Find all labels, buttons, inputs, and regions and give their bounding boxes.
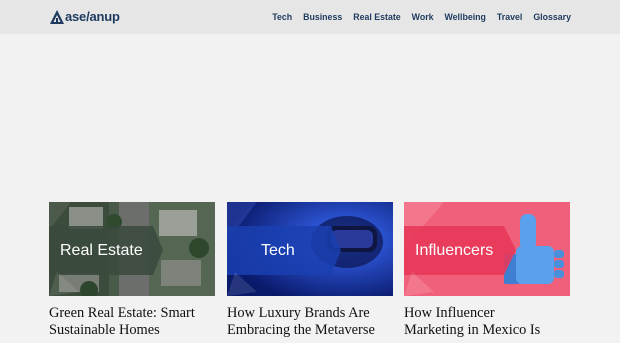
- main-nav: Tech Business Real Estate Work Wellbeing…: [272, 0, 571, 34]
- article-title-line[interactable]: How Influencer: [404, 305, 570, 322]
- nav-item-work[interactable]: Work: [412, 12, 434, 22]
- nav-item-wellbeing[interactable]: Wellbeing: [445, 12, 486, 22]
- article-title-line[interactable]: Embracing the Metaverse: [227, 322, 393, 339]
- category-banner: Influencers: [404, 226, 493, 275]
- article-title-line[interactable]: How Luxury Brands Are: [227, 305, 393, 322]
- site-logo[interactable]: ase/anup: [49, 9, 120, 25]
- article-title[interactable]: How Influencer Marketing in Mexico Is: [404, 305, 570, 339]
- nav-item-glossary[interactable]: Glossary: [533, 12, 571, 22]
- article-thumbnail[interactable]: Real Estate: [49, 202, 215, 296]
- article-title-line[interactable]: Marketing in Mexico Is: [404, 322, 570, 339]
- nav-item-business[interactable]: Business: [303, 12, 342, 22]
- category-label: Tech: [261, 242, 295, 259]
- article-cards: Real Estate Green Real Estate: Smart Sus…: [49, 202, 571, 343]
- site-header: ase/anup Tech Business Real Estate Work …: [0, 0, 620, 34]
- nav-item-tech[interactable]: Tech: [272, 12, 292, 22]
- nav-item-real-estate[interactable]: Real Estate: [353, 12, 400, 22]
- article-title[interactable]: How Luxury Brands Are Embracing the Meta…: [227, 305, 393, 339]
- category-banner: Real Estate: [49, 226, 143, 275]
- nav-item-travel[interactable]: Travel: [497, 12, 522, 22]
- article-card-tech[interactable]: Tech How Luxury Brands Are Embracing the…: [227, 202, 393, 339]
- category-label: Influencers: [415, 242, 494, 259]
- article-title-line[interactable]: Green Real Estate: Smart: [49, 305, 215, 322]
- logo-triangle-icon: [50, 10, 64, 24]
- article-title[interactable]: Green Real Estate: Smart Sustainable Hom…: [49, 305, 215, 339]
- article-thumbnail[interactable]: Influencers: [404, 202, 570, 296]
- category-label: Real Estate: [60, 242, 143, 259]
- article-card-influencers[interactable]: Influencers How Influencer Marketing in …: [404, 202, 570, 339]
- article-card-real-estate[interactable]: Real Estate Green Real Estate: Smart Sus…: [49, 202, 215, 339]
- article-thumbnail[interactable]: Tech: [227, 202, 393, 296]
- article-title-line[interactable]: Sustainable Homes: [49, 322, 215, 339]
- category-banner: Tech: [227, 226, 295, 275]
- logo-text: ase/anup: [65, 9, 120, 24]
